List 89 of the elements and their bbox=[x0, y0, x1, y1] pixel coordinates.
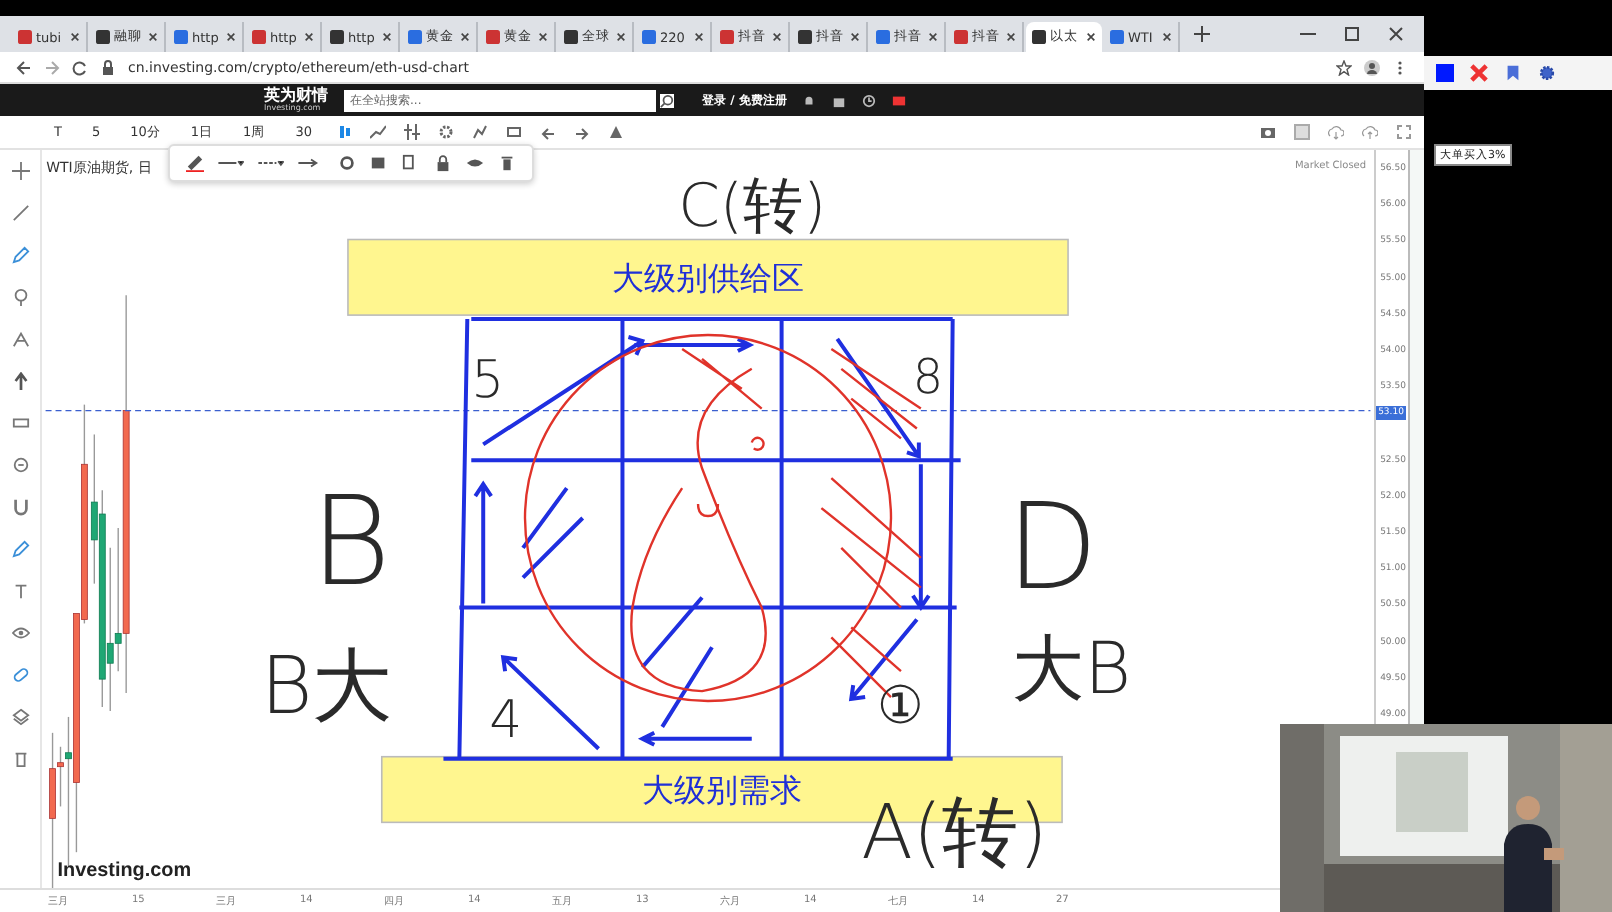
favicon-icon bbox=[642, 30, 656, 44]
favicon-icon bbox=[954, 30, 968, 44]
fullscreen-icon[interactable] bbox=[505, 124, 522, 140]
favicon-icon bbox=[798, 30, 812, 44]
close-icon[interactable] bbox=[148, 32, 158, 42]
cloud-download-icon[interactable] bbox=[1328, 124, 1344, 140]
magnet-icon[interactable] bbox=[11, 498, 30, 516]
close-icon[interactable] bbox=[1006, 32, 1016, 42]
favicon-icon bbox=[876, 30, 890, 44]
compare-icon[interactable] bbox=[471, 124, 488, 140]
handwritten-note: 8 bbox=[913, 348, 944, 405]
close-icon[interactable] bbox=[1162, 32, 1172, 42]
close-icon[interactable] bbox=[70, 32, 80, 42]
close-icon[interactable] bbox=[694, 32, 704, 42]
close-icon[interactable] bbox=[850, 32, 860, 42]
pencil-icon[interactable] bbox=[11, 540, 30, 558]
pencil-icon[interactable] bbox=[11, 246, 30, 264]
close-icon[interactable] bbox=[772, 32, 782, 42]
close-icon[interactable] bbox=[1086, 32, 1096, 42]
handwritten-note: 4 bbox=[489, 690, 523, 751]
pencil-icon[interactable] bbox=[186, 154, 205, 172]
close-icon[interactable] bbox=[1388, 26, 1404, 42]
handwritten-note: A(转) bbox=[861, 788, 1048, 877]
close-icon[interactable] bbox=[304, 32, 314, 42]
maximize-icon[interactable] bbox=[1344, 26, 1360, 42]
new-tab-icon[interactable] bbox=[1194, 26, 1210, 42]
undo-icon[interactable] bbox=[539, 124, 556, 140]
flag-icon[interactable] bbox=[892, 93, 907, 107]
back-icon[interactable] bbox=[16, 59, 32, 75]
close-icon[interactable] bbox=[928, 32, 938, 42]
link-icon[interactable] bbox=[11, 666, 30, 684]
favicon-icon bbox=[1110, 30, 1124, 44]
close-icon[interactable] bbox=[538, 32, 548, 42]
handwritten-note: 大B bbox=[1012, 629, 1132, 712]
favicon-icon bbox=[486, 30, 500, 44]
favicon-icon bbox=[720, 30, 734, 44]
zoom-icon[interactable] bbox=[11, 456, 30, 474]
color-swatch-icon[interactable] bbox=[1436, 64, 1454, 82]
search-icon[interactable] bbox=[660, 93, 674, 107]
pin-icon[interactable] bbox=[11, 288, 30, 306]
fill-icon[interactable] bbox=[370, 154, 389, 172]
eye-icon[interactable] bbox=[11, 624, 30, 642]
arrow-icon[interactable] bbox=[11, 372, 30, 390]
close-icon[interactable] bbox=[226, 32, 236, 42]
lock-icon bbox=[100, 59, 116, 75]
layers-icon[interactable] bbox=[11, 708, 30, 726]
handwritten-note: 5 bbox=[471, 350, 505, 411]
erase-icon[interactable] bbox=[1470, 64, 1488, 82]
zone-label: 大级别需求 bbox=[642, 771, 803, 810]
indicator-icon[interactable] bbox=[403, 124, 420, 140]
handwritten-note: D bbox=[1006, 479, 1099, 618]
reload-icon[interactable] bbox=[72, 59, 88, 75]
alert-icon[interactable] bbox=[607, 124, 624, 140]
trash-icon[interactable] bbox=[498, 154, 517, 172]
zone-label: 大级别供给区 bbox=[612, 259, 805, 298]
favicon-icon bbox=[408, 30, 422, 44]
favicon-icon bbox=[174, 30, 188, 44]
favicon-icon bbox=[18, 30, 32, 44]
ruler-icon[interactable] bbox=[11, 414, 30, 432]
line-chart-icon[interactable] bbox=[369, 124, 386, 140]
handwritten-note: ① bbox=[877, 676, 924, 737]
favicon-icon bbox=[330, 30, 344, 44]
redo-icon[interactable] bbox=[573, 124, 590, 140]
favicon-icon bbox=[252, 30, 266, 44]
close-icon[interactable] bbox=[382, 32, 392, 42]
favicon-icon bbox=[564, 30, 578, 44]
handwritten-note: C(转) bbox=[678, 171, 827, 242]
close-icon[interactable] bbox=[460, 32, 470, 42]
line-icon[interactable] bbox=[11, 204, 30, 222]
handwritten-note: B大 bbox=[260, 640, 393, 733]
chart-watermark: Investing.com bbox=[57, 860, 192, 883]
text-icon[interactable] bbox=[11, 582, 30, 600]
lock-icon[interactable] bbox=[434, 154, 453, 172]
clock-icon[interactable] bbox=[862, 93, 877, 107]
profile-icon[interactable] bbox=[1364, 59, 1380, 75]
favicon-icon bbox=[1032, 30, 1046, 44]
star-icon[interactable] bbox=[1336, 59, 1352, 75]
trash-icon[interactable] bbox=[11, 750, 30, 768]
candles-icon[interactable] bbox=[335, 124, 352, 140]
camera-icon[interactable] bbox=[1260, 124, 1276, 140]
cloud-upload-icon[interactable] bbox=[1362, 124, 1378, 140]
close-icon[interactable] bbox=[616, 32, 626, 42]
expand-icon[interactable] bbox=[1396, 124, 1412, 140]
crosshair-icon[interactable] bbox=[11, 162, 30, 180]
handwritten-note: B bbox=[310, 469, 392, 614]
briefcase-icon[interactable] bbox=[832, 93, 847, 107]
favicon-icon bbox=[96, 30, 110, 44]
eye-icon[interactable] bbox=[466, 154, 485, 172]
bookmark-icon[interactable] bbox=[1504, 64, 1522, 82]
